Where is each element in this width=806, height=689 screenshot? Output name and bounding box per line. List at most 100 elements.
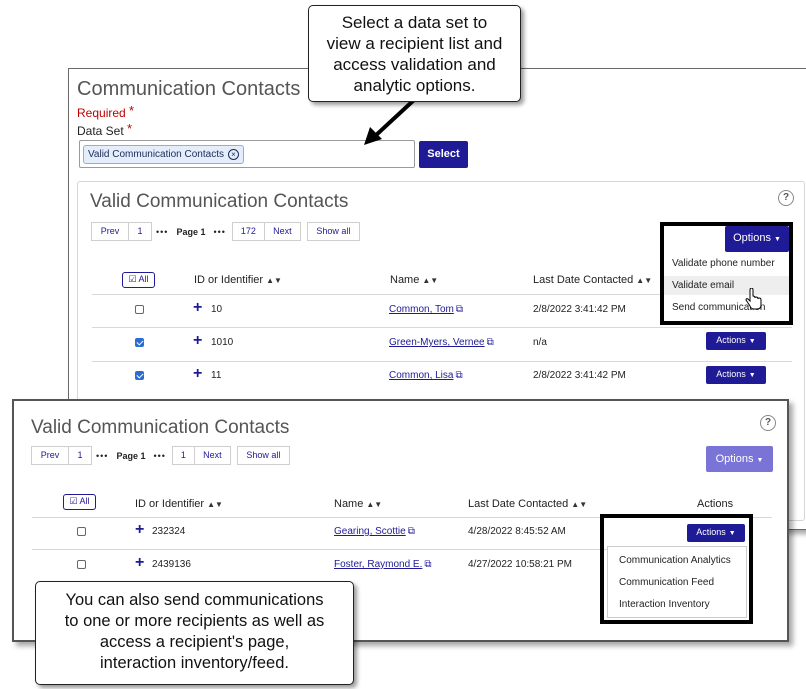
caret-down-icon: ▼ — [748, 372, 756, 379]
select-all-button[interactable]: ☑ All — [63, 494, 96, 510]
sort-icon: ▲▼ — [207, 500, 223, 509]
caret-down-icon: ▼ — [748, 338, 756, 345]
col-header-actions: Actions — [697, 498, 734, 510]
row-checkbox[interactable] — [77, 527, 86, 536]
row-checkbox[interactable] — [77, 560, 86, 569]
hand-cursor-icon — [745, 288, 762, 310]
col-last-date-label: Last Date Contacted — [533, 274, 634, 286]
pager-next[interactable]: Next — [264, 222, 301, 241]
expand-icon[interactable]: + — [193, 366, 202, 382]
pager-next[interactable]: Next — [194, 446, 231, 465]
chip-remove-icon[interactable]: × — [228, 149, 239, 160]
menu-item-interaction-inventory[interactable]: Interaction Inventory — [619, 599, 710, 610]
recipient-link[interactable]: Common, Tom ⧉ — [389, 304, 463, 315]
callout-select-data-set: Select a data set to view a recipient li… — [308, 5, 521, 102]
select-button[interactable]: Select — [419, 141, 468, 168]
caret-down-icon: ▼ — [728, 530, 736, 537]
callout-line: to one or more recipients as well as — [64, 612, 325, 630]
row-checkbox[interactable] — [135, 371, 144, 380]
pager-first[interactable]: 1 — [129, 222, 152, 241]
col-header-name[interactable]: Name ▲▼ — [390, 274, 438, 286]
external-link-icon: ⧉ — [486, 337, 494, 348]
recipient-name: Foster, Raymond E. — [334, 559, 423, 570]
card-title: Valid Communication Contacts — [31, 417, 290, 438]
actions-label: Actions — [696, 527, 726, 537]
data-set-label-wrap: Data Set * — [77, 121, 133, 138]
pager-last[interactable]: 172 — [231, 222, 265, 241]
actions-button[interactable]: Actions ▼ — [706, 332, 766, 350]
callout-line: interaction inventory/feed. — [100, 654, 289, 672]
card-title: Valid Communication Contacts — [90, 191, 349, 212]
show-all-button[interactable]: Show all — [306, 222, 360, 241]
sort-icon: ▲▼ — [636, 276, 653, 285]
recipient-link[interactable]: Foster, Raymond E. ⧉ — [334, 559, 432, 570]
expand-icon[interactable]: + — [193, 333, 202, 349]
select-all-button[interactable]: ☑ All — [122, 272, 155, 288]
options-menu: Validate phone number Validate email Sen… — [664, 252, 789, 321]
recipient-name: Common, Tom — [389, 304, 454, 315]
chip-label: Valid Communication Contacts — [88, 149, 224, 160]
pager-dots-2: ••• — [213, 226, 226, 237]
pager: Prev 1 ••• Page 1 ••• 1 Next Show all — [31, 446, 290, 465]
pager-prev[interactable]: Prev — [91, 222, 129, 241]
pager-page-text: Page 1 — [116, 450, 146, 461]
help-icon[interactable]: ? — [760, 415, 776, 431]
callout-line: access a recipient's page, — [99, 633, 290, 651]
arrow-icon — [364, 98, 416, 145]
select-all-label: All — [138, 274, 149, 284]
col-header-last-date[interactable]: Last Date Contacted ▲▼ — [468, 498, 587, 510]
show-all-button[interactable]: Show all — [236, 446, 290, 465]
row-checkbox[interactable] — [135, 305, 144, 314]
col-header-id[interactable]: ID or Identifier ▲▼ — [194, 274, 282, 286]
data-set-label: Data Set — [77, 124, 124, 138]
divider — [32, 549, 612, 550]
expand-icon[interactable]: + — [135, 522, 144, 538]
recipient-link[interactable]: Common, Lisa ⧉ — [389, 370, 463, 381]
pager-dots: ••• — [96, 450, 109, 461]
actions-label: Actions — [716, 335, 746, 345]
data-set-chip: Valid Communication Contacts × — [83, 145, 244, 164]
col-header-id[interactable]: ID or Identifier ▲▼ — [135, 498, 223, 510]
page-title: Communication Contacts — [77, 78, 301, 100]
sort-icon: ▲▼ — [571, 500, 588, 509]
options-button[interactable]: Options ▼ — [706, 446, 773, 472]
pager-last[interactable]: 1 — [171, 446, 195, 465]
col-id-label: ID or Identifier — [194, 274, 264, 286]
expand-icon[interactable]: + — [135, 555, 144, 571]
caret-down-icon: ▼ — [756, 457, 764, 464]
divider — [92, 327, 792, 328]
options-button[interactable]: Options ▼ — [725, 226, 789, 252]
recipient-name: Common, Lisa — [389, 370, 454, 381]
sort-icon: ▲▼ — [422, 276, 439, 285]
actions-button[interactable]: Actions ▼ — [706, 366, 766, 384]
external-link-icon: ⧉ — [407, 526, 415, 537]
col-last-date-label: Last Date Contacted — [468, 498, 569, 510]
options-label: Options — [715, 453, 754, 465]
pager-first[interactable]: 1 — [69, 446, 92, 465]
col-header-last-date[interactable]: Last Date Contacted ▲▼ — [533, 274, 652, 286]
pager-dots: ••• — [156, 226, 169, 237]
row-last-date: 4/27/2022 10:58:21 PM — [468, 559, 572, 570]
actions-button[interactable]: Actions ▼ — [687, 524, 745, 542]
menu-item-communication-feed[interactable]: Communication Feed — [619, 577, 714, 588]
menu-item-validate-phone[interactable]: Validate phone number — [672, 258, 775, 269]
row-id: 1010 — [211, 337, 234, 348]
caret-down-icon: ▼ — [773, 236, 781, 243]
menu-item-communication-analytics[interactable]: Communication Analytics — [619, 555, 731, 566]
row-last-date: 4/28/2022 8:45:52 AM — [468, 526, 566, 537]
help-icon[interactable]: ? — [778, 190, 794, 206]
menu-item-validate-email[interactable]: Validate email — [664, 276, 789, 295]
pager: Prev 1 ••• Page 1 ••• 172 Next Show all — [91, 222, 360, 241]
col-header-name[interactable]: Name ▲▼ — [334, 498, 382, 510]
required-note: Required * — [77, 103, 135, 120]
recipient-link[interactable]: Gearing, Scottie ⧉ — [334, 526, 415, 537]
row-checkbox[interactable] — [135, 338, 144, 347]
expand-icon[interactable]: + — [193, 300, 202, 316]
external-link-icon: ⧉ — [455, 304, 463, 315]
sort-icon: ▲▼ — [266, 276, 282, 285]
pager-dots-2: ••• — [153, 450, 166, 461]
pager-prev[interactable]: Prev — [31, 446, 69, 465]
col-id-label: ID or Identifier — [135, 498, 205, 510]
callout-send-communications: You can also send communications to one … — [35, 581, 354, 685]
recipient-link[interactable]: Green-Myers, Vernee ⧉ — [389, 337, 494, 348]
